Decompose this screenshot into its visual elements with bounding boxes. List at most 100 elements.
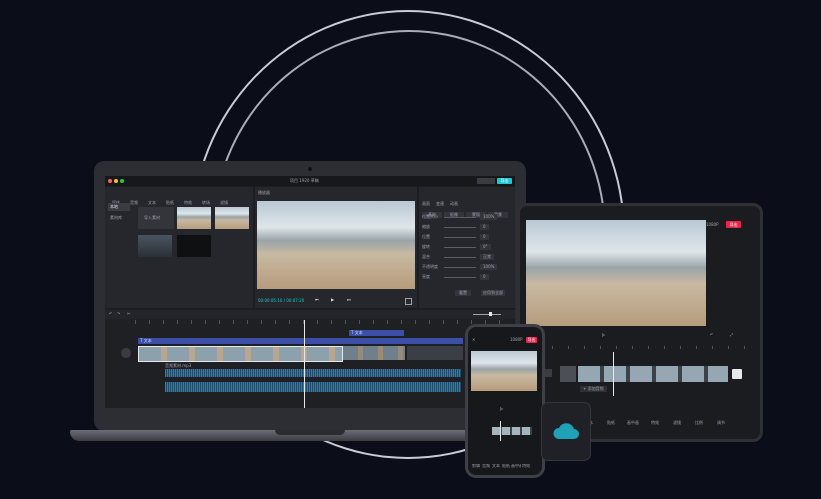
phone-tool-0[interactable]: 剪辑 (471, 464, 481, 468)
phone-tool-2[interactable]: 文本 (491, 464, 501, 468)
tablet-tool-3[interactable]: 贴纸 (600, 421, 622, 425)
property-value[interactable]: 0 (480, 234, 489, 240)
audio-clip-1[interactable] (165, 369, 461, 377)
video-clip-second[interactable] (343, 346, 405, 360)
tablet-tool-4[interactable]: 画中画 (622, 421, 644, 425)
media-thumbnail-3[interactable] (138, 235, 172, 257)
import-button[interactable]: 导入素材 (138, 207, 174, 229)
property-value[interactable]: 100% (480, 214, 498, 220)
text-clip-1[interactable]: T 文本 (349, 330, 404, 336)
property-label: 缩放 (422, 224, 430, 229)
phone-ratio-label[interactable]: 1080P (510, 338, 523, 342)
tablet-video-clip[interactable] (578, 366, 728, 382)
property-value[interactable]: 0 (480, 274, 489, 280)
property-slider[interactable] (444, 247, 476, 248)
property-row: 旋转 0° (422, 243, 512, 253)
undo-icon[interactable]: ↶ (109, 312, 112, 316)
property-slider[interactable] (444, 227, 476, 228)
tablet-preview-video[interactable] (526, 220, 706, 326)
media-tab-5[interactable]: 转场 (197, 201, 215, 205)
tablet-track-icon[interactable] (544, 369, 552, 377)
playhead[interactable] (304, 320, 305, 408)
property-row: 缩放 0 (422, 223, 512, 233)
sidebar-item-local[interactable]: 本地 (108, 203, 130, 211)
media-tab-6[interactable]: 滤镜 (215, 201, 233, 205)
media-thumbnail-4[interactable] (177, 235, 211, 257)
property-value[interactable]: 100% (480, 264, 498, 270)
play-icon[interactable]: ▶ (331, 298, 334, 302)
media-tab-3[interactable]: 贴纸 (161, 201, 179, 205)
tablet-add-clip-button[interactable] (732, 369, 742, 379)
tablet-clip-cover[interactable] (560, 366, 576, 382)
export-button[interactable]: 导出 (497, 178, 512, 184)
media-tab-2[interactable]: 文本 (143, 201, 161, 205)
minimize-dot-icon[interactable] (114, 179, 118, 183)
phone-tool-4[interactable]: 画中画 (511, 464, 521, 468)
close-dot-icon[interactable] (108, 179, 112, 183)
audio-clip-2[interactable] (165, 382, 461, 392)
tablet-ruler (520, 346, 760, 349)
audio-clip-label: 音频素材.mp3 (165, 363, 192, 368)
fullscreen-icon[interactable] (405, 298, 412, 305)
tablet-play-icon[interactable]: ▷ (602, 333, 605, 337)
media-thumbnail-1[interactable] (177, 207, 211, 229)
tablet-fullscreen-icon[interactable]: ⤢ (730, 333, 733, 337)
property-label: 旋转 (422, 244, 430, 249)
split-icon[interactable]: ✂ (127, 312, 130, 316)
zoom-slider[interactable] (473, 314, 501, 315)
tablet-tool-7[interactable]: 比例 (688, 421, 710, 425)
cloud-sync-card[interactable] (541, 402, 591, 461)
laptop-screen: 项目 1920 草稿 导出 媒体音频文本贴纸特效转场滤镜 本地 素材库 导入素材… (105, 176, 515, 408)
property-slider[interactable] (444, 267, 476, 268)
tablet-playhead[interactable] (613, 352, 614, 396)
property-slider[interactable] (444, 237, 476, 238)
tablet-export-button[interactable]: 导出 (726, 221, 741, 228)
reset-button[interactable]: 重置 (455, 290, 471, 296)
phone-tool-5[interactable]: 特效 (521, 464, 531, 468)
maximize-dot-icon[interactable] (120, 179, 124, 183)
media-tab-4[interactable]: 特效 (179, 201, 197, 205)
property-slider[interactable] (444, 277, 476, 278)
video-clip-main[interactable] (138, 346, 343, 362)
property-label: 亮度 (422, 274, 430, 279)
zoom-slider-handle[interactable] (489, 312, 492, 316)
tablet-add-audio[interactable]: + 添加音频 (580, 386, 607, 392)
timeline-panel: ↶ ↷ ✂ T 文本 T 文本 音频素材.mp3 (105, 310, 515, 408)
player-video[interactable] (257, 201, 415, 289)
apply-all-button[interactable]: 应用到全部 (481, 290, 505, 296)
tablet-tool-8[interactable]: 调节 (710, 421, 732, 425)
property-slider[interactable] (444, 217, 476, 218)
property-label: 位置大小 (422, 214, 438, 219)
layout-button[interactable] (477, 178, 495, 184)
property-value[interactable]: 0 (480, 224, 489, 230)
property-value[interactable]: 正常 (480, 254, 494, 260)
tablet-undo-icon[interactable]: ↶ (710, 333, 713, 337)
prev-frame-icon[interactable]: ⏮ (315, 298, 319, 302)
phone-export-button[interactable]: 导出 (526, 337, 537, 343)
phone-video-clip[interactable] (492, 427, 532, 435)
main-track-icon[interactable] (121, 348, 131, 358)
phone-play-icon[interactable]: ▷ (500, 407, 503, 411)
text-clip-2[interactable]: T 文本 (138, 338, 463, 344)
import-label: 导入素材 (144, 215, 160, 220)
property-row: 混合 正常 (422, 253, 512, 263)
phone-tool-3[interactable]: 贴纸 (501, 464, 511, 468)
next-frame-icon[interactable]: ⏭ (347, 298, 351, 302)
tablet-tool-6[interactable]: 滤镜 (666, 421, 688, 425)
sidebar-item-library[interactable]: 素材库 (108, 214, 130, 222)
phone-close-icon[interactable]: ✕ (472, 338, 475, 342)
player-timecode: 00:00:05:10 / 00:07:20 (258, 298, 305, 303)
property-label: 位置 (422, 234, 430, 239)
phone-tool-1[interactable]: 音频 (481, 464, 491, 468)
phone-playhead[interactable] (500, 421, 501, 441)
phone-toolbar: 剪辑音频文本贴纸画中画特效 (471, 453, 537, 468)
tablet-ratio-label[interactable]: 1080P (706, 223, 719, 227)
property-slider[interactable] (444, 257, 476, 258)
video-clip-third[interactable] (407, 346, 463, 360)
phone-preview-video[interactable] (471, 351, 537, 391)
tablet-tool-5[interactable]: 特效 (644, 421, 666, 425)
laptop-camera (308, 167, 312, 171)
property-value[interactable]: 0° (480, 244, 491, 250)
redo-icon[interactable]: ↷ (117, 312, 120, 316)
media-thumbnail-2[interactable] (215, 207, 249, 229)
